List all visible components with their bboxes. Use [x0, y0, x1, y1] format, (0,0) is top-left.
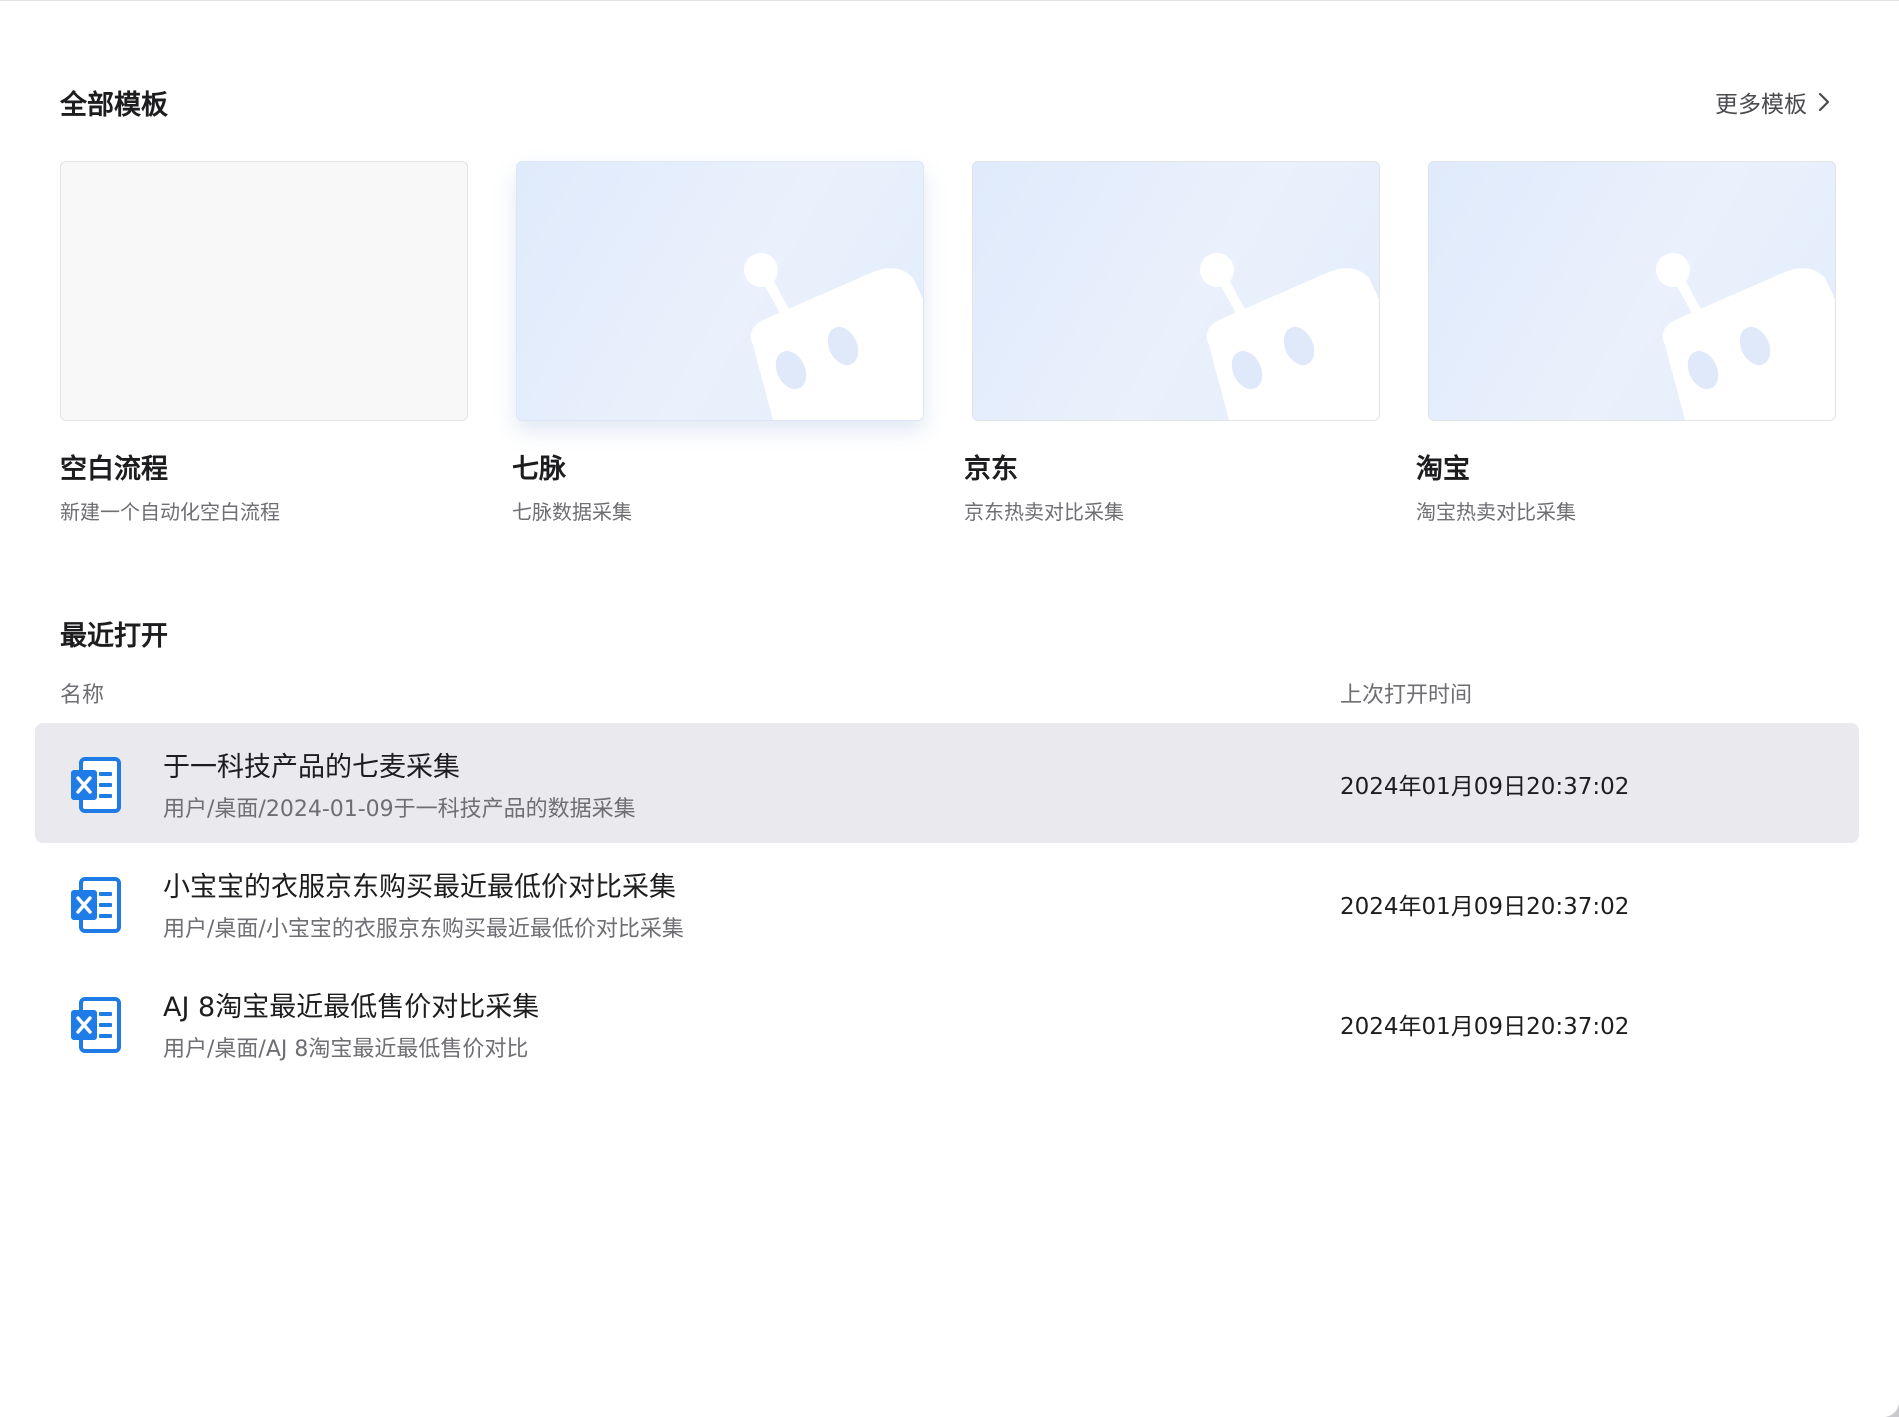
recent-item-name: 小宝宝的衣服京东购买最近最低价对比采集 [163, 872, 676, 903]
app-window: 全部模板 更多模板 空白流程 新建一个自动化空白流程 七脉 七脉数据采集 京东 … [0, 0, 1899, 1417]
recent-list: 于一科技产品的七麦采集 用户/桌面/2024-01-09于一科技产品的数据采集 … [35, 723, 1859, 1083]
excel-file-icon [71, 877, 121, 933]
robot-icon [1200, 253, 1379, 420]
excel-file-icon [71, 997, 121, 1053]
recent-item-path: 用户/桌面/AJ 8淘宝最近最低售价对比 [163, 1037, 529, 1062]
recent-item-name: 于一科技产品的七麦采集 [163, 752, 460, 783]
template-description: 淘宝热卖对比采集 [1416, 500, 1576, 524]
template-thumbnail [60, 161, 468, 421]
template-card-jd[interactable]: 京东 京东热卖对比采集 [964, 161, 1380, 524]
template-name: 七脉 [512, 454, 566, 485]
recent-section-title: 最近打开 [60, 621, 168, 652]
template-card-taobao[interactable]: 淘宝 淘宝热卖对比采集 [1416, 161, 1836, 524]
recent-row[interactable]: 于一科技产品的七麦采集 用户/桌面/2024-01-09于一科技产品的数据采集 … [35, 723, 1859, 843]
recent-item-time: 2024年01月09日20:37:02 [1340, 1014, 1630, 1040]
template-thumbnail [1428, 161, 1836, 421]
template-name: 淘宝 [1416, 454, 1470, 485]
template-description: 七脉数据采集 [512, 500, 632, 524]
template-thumbnail [516, 161, 924, 421]
resize-corner-icon[interactable] [1885, 1403, 1899, 1417]
recent-item-time: 2024年01月09日20:37:02 [1340, 774, 1630, 800]
template-name: 空白流程 [60, 454, 168, 485]
recent-row[interactable]: AJ 8淘宝最近最低售价对比采集 用户/桌面/AJ 8淘宝最近最低售价对比 20… [35, 963, 1859, 1083]
more-templates-label: 更多模板 [1715, 92, 1807, 118]
template-cards: 空白流程 新建一个自动化空白流程 七脉 七脉数据采集 京东 京东热卖对比采集 淘… [60, 161, 1836, 531]
template-description: 京东热卖对比采集 [964, 500, 1124, 524]
recent-item-time: 2024年01月09日20:37:02 [1340, 894, 1630, 920]
excel-file-icon [71, 757, 121, 813]
template-card-qimai[interactable]: 七脉 七脉数据采集 [512, 161, 924, 524]
chevron-right-icon [1818, 92, 1830, 112]
template-description: 新建一个自动化空白流程 [60, 500, 280, 524]
templates-section-title: 全部模板 [60, 90, 168, 121]
robot-icon [744, 253, 923, 420]
template-card-blank[interactable]: 空白流程 新建一个自动化空白流程 [60, 161, 468, 524]
recent-item-path: 用户/桌面/2024-01-09于一科技产品的数据采集 [163, 797, 636, 822]
more-templates-link[interactable]: 更多模板 [1715, 85, 1831, 119]
template-name: 京东 [964, 454, 1018, 485]
column-header-last-opened: 上次打开时间 [1340, 683, 1473, 708]
recent-row[interactable]: 小宝宝的衣服京东购买最近最低价对比采集 用户/桌面/小宝宝的衣服京东购买最近最低… [35, 843, 1859, 963]
template-thumbnail [972, 161, 1380, 421]
recent-item-name: AJ 8淘宝最近最低售价对比采集 [163, 992, 540, 1023]
column-header-name: 名称 [60, 683, 105, 708]
robot-icon [1656, 253, 1835, 420]
recent-item-path: 用户/桌面/小宝宝的衣服京东购买最近最低价对比采集 [163, 917, 684, 942]
